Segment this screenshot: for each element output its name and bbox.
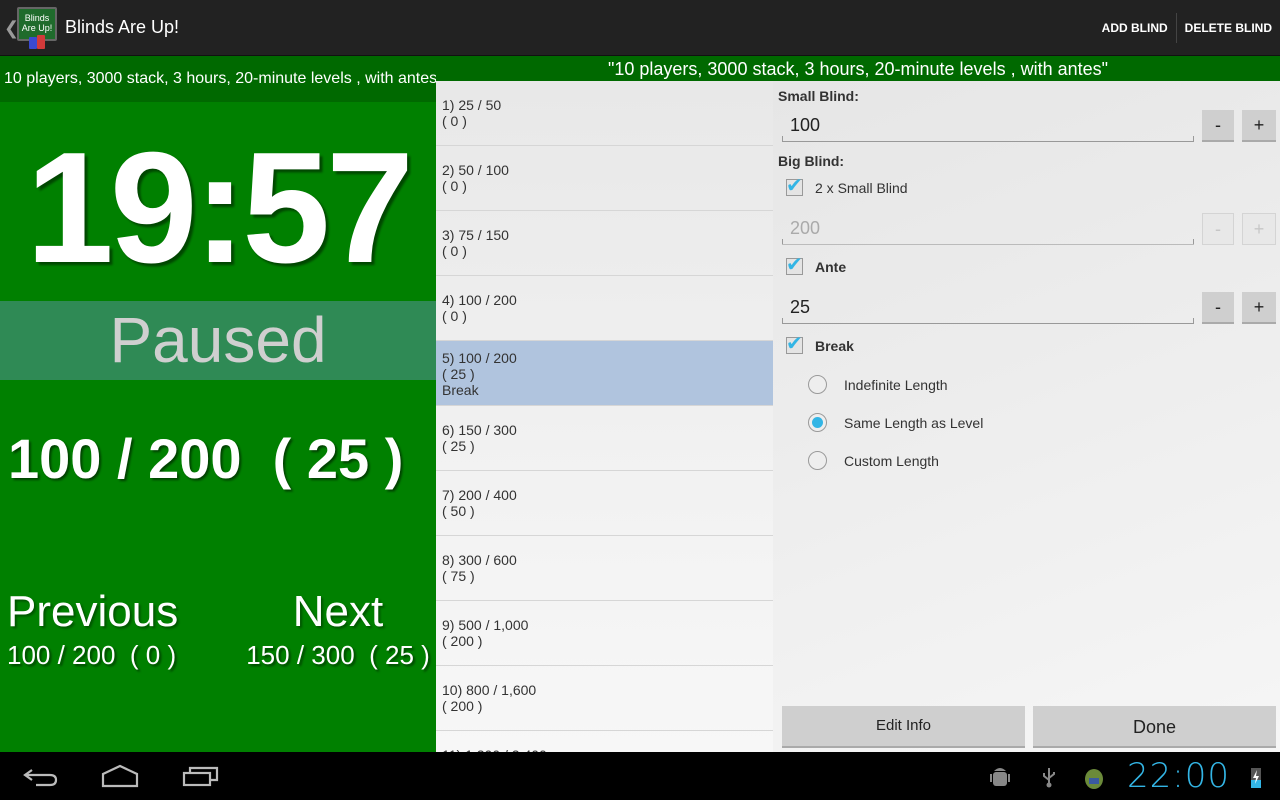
level-ante: ( 25 ) [442, 438, 475, 454]
next-button[interactable]: Next [240, 584, 436, 640]
level-ante: ( 200 ) [442, 633, 483, 649]
status-clock: 22:00 [1127, 756, 1230, 796]
checkmark-icon: ✔ [786, 175, 803, 197]
level-list-item[interactable]: 5) 100 / 200( 25 ) Break [436, 341, 773, 406]
level-ante: ( 0 ) [442, 113, 467, 129]
level-blinds: 7) 200 / 400 [442, 487, 517, 503]
break-label: Break [815, 337, 854, 354]
level-ante: ( 50 ) [442, 503, 475, 519]
level-list-item[interactable]: 11) 1,200 / 2,400 [436, 731, 773, 752]
level-list-item[interactable]: 3) 75 / 150( 0 ) [436, 211, 773, 276]
break-checkbox[interactable]: ✔ Break [786, 333, 854, 355]
checkmark-icon: ✔ [786, 254, 803, 276]
level-list-item[interactable]: 9) 500 / 1,000( 200 ) [436, 601, 773, 666]
checkbox-icon: ✔ [786, 175, 803, 197]
back-icon[interactable] [22, 764, 58, 788]
level-list-item[interactable]: 2) 50 / 100( 0 ) [436, 146, 773, 211]
level-blinds: 8) 300 / 600 [442, 552, 517, 568]
level-ante: ( 75 ) [442, 568, 475, 584]
current-blinds: 100 / 200 ( 25 ) [8, 427, 404, 490]
big-blind-input[interactable]: 200 [782, 213, 1194, 245]
radio-selected-icon [808, 413, 827, 432]
break-option-label: Indefinite Length [844, 376, 948, 393]
battery-charging-icon [1251, 768, 1261, 788]
add-blind-button[interactable]: ADD BLIND [1094, 0, 1176, 56]
ante-checkbox[interactable]: ✔ Ante [786, 254, 847, 276]
small-blind-input[interactable]: 100 [782, 110, 1194, 142]
double-small-blind-label: 2 x Small Blind [815, 179, 908, 196]
level-blinds: 10) 800 / 1,600 [442, 682, 537, 698]
checkbox-icon: ✔ [786, 333, 803, 355]
small-blind-label: Small Blind: [778, 88, 859, 104]
action-bar: ❮ Blinds Are Up! Blinds Are Up! ADD BLIND… [0, 0, 1280, 56]
levels-list[interactable]: 1) 25 / 50( 0 ) 2) 50 / 100( 0 ) 3) 75 / 1… [436, 81, 773, 752]
paused-status[interactable]: Paused [0, 301, 436, 380]
small-blind-decrement-button[interactable]: - [1202, 110, 1234, 142]
level-blinds: 5) 100 / 200 [442, 350, 517, 366]
edit-info-button[interactable]: Edit Info [782, 706, 1025, 748]
done-button[interactable]: Done [1033, 706, 1276, 748]
app-logo-icon[interactable]: Blinds Are Up! [17, 7, 57, 51]
countdown-timer[interactable]: 19:57 [0, 128, 436, 288]
level-list-item[interactable]: 4) 100 / 200( 0 ) [436, 276, 773, 341]
ante-decrement-button[interactable]: - [1202, 292, 1234, 324]
action-bar-actions: ADD BLIND DELETE BLIND [1094, 0, 1280, 56]
radio-icon [808, 451, 827, 470]
level-break-tag: Break [442, 382, 479, 398]
timer-panel: 10 players, 3000 stack, 3 hours, 20-minu… [0, 56, 437, 752]
ante-label: Ante [815, 258, 847, 275]
poker-chips-icon [29, 35, 47, 49]
checkmark-icon: ✔ [786, 333, 803, 355]
big-blind-label: Big Blind: [778, 153, 845, 169]
radio-icon [808, 375, 827, 394]
level-editor: Small Blind: 100 - + Big Blind: ✔ 2 x Sm… [773, 81, 1280, 752]
level-ante: ( 25 ) [442, 366, 475, 382]
level-blinds: 3) 75 / 150 [442, 227, 509, 243]
checkbox-icon: ✔ [786, 254, 803, 276]
level-blinds: 2) 50 / 100 [442, 162, 509, 178]
level-blinds: 6) 150 / 300 [442, 422, 517, 438]
home-icon[interactable] [101, 764, 139, 788]
break-option-label: Custom Length [844, 452, 939, 469]
level-blinds: 1) 25 / 50 [442, 97, 502, 113]
ante-input[interactable]: 25 [782, 292, 1194, 324]
usb-icon [1043, 768, 1055, 788]
break-option-same-length[interactable]: Same Length as Level [808, 413, 983, 432]
previous-button[interactable]: Previous [7, 584, 207, 640]
previous-level[interactable]: Previous 100 / 200 ( 0 ) [7, 584, 207, 670]
small-blind-increment-button[interactable]: + [1242, 110, 1276, 142]
level-list-item[interactable]: 8) 300 / 600( 75 ) [436, 536, 773, 601]
level-blinds: 9) 500 / 1,000 [442, 617, 529, 633]
level-list-item[interactable]: 6) 150 / 300( 25 ) [436, 406, 773, 471]
android-debug-icon [990, 768, 1010, 786]
android-app-icon [1085, 769, 1103, 789]
level-list-item[interactable]: 10) 800 / 1,600( 200 ) [436, 666, 773, 731]
level-ante: ( 0 ) [442, 243, 467, 259]
break-option-custom[interactable]: Custom Length [808, 451, 939, 470]
structure-title: "10 players, 3000 stack, 3 hours, 20-min… [436, 56, 1280, 81]
big-blind-increment-button[interactable]: + [1242, 213, 1276, 245]
level-blinds: 4) 100 / 200 [442, 292, 517, 308]
level-list-item[interactable]: 7) 200 / 400( 50 ) [436, 471, 773, 536]
level-ante: ( 200 ) [442, 698, 483, 714]
system-nav-bar: 22:00 [0, 752, 1280, 800]
recent-apps-icon[interactable] [182, 764, 220, 788]
break-option-label: Same Length as Level [844, 414, 984, 431]
app-title: Blinds Are Up! [65, 17, 180, 37]
ante-increment-button[interactable]: + [1242, 292, 1276, 324]
structure-info: 10 players, 3000 stack, 3 hours, 20-minu… [0, 56, 437, 102]
big-blind-decrement-button[interactable]: - [1202, 213, 1234, 245]
level-ante: ( 0 ) [442, 178, 467, 194]
level-ante: ( 0 ) [442, 308, 467, 324]
level-list-item[interactable]: 1) 25 / 50( 0 ) [436, 81, 773, 146]
next-blinds: 150 / 300 ( 25 ) [246, 640, 430, 670]
delete-blind-button[interactable]: DELETE BLIND [1177, 0, 1280, 56]
double-small-blind-checkbox[interactable]: ✔ 2 x Small Blind [786, 175, 908, 197]
break-option-indefinite[interactable]: Indefinite Length [808, 375, 948, 394]
next-level[interactable]: Next 150 / 300 ( 25 ) [240, 584, 440, 670]
previous-blinds: 100 / 200 ( 0 ) [7, 640, 177, 670]
